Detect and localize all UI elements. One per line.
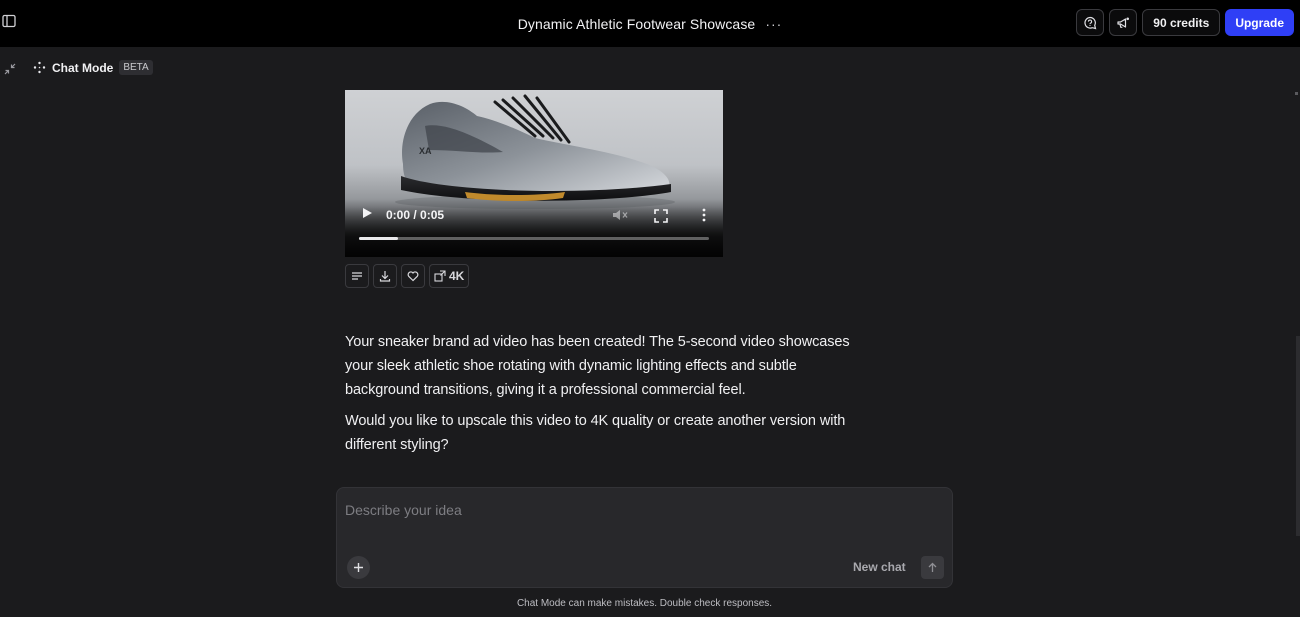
heart-icon <box>407 271 419 282</box>
play-icon[interactable] <box>361 207 373 219</box>
volume-muted-icon[interactable] <box>612 208 628 222</box>
video-progress-fill <box>359 237 398 240</box>
top-bar: Dynamic Athletic Footwear Showcase ··· 9… <box>0 0 1300 47</box>
disclaimer-text: Chat Mode can make mistakes. Double chec… <box>516 598 773 609</box>
details-button[interactable] <box>345 264 369 288</box>
video-progress-bar[interactable] <box>359 237 709 240</box>
plus-icon <box>354 563 363 572</box>
send-button[interactable] <box>921 556 944 579</box>
svg-text:XA: XA <box>419 146 432 156</box>
collapse-icon[interactable] <box>3 62 17 76</box>
page-title[interactable]: Dynamic Athletic Footwear Showcase <box>518 16 756 32</box>
message-actions: 4K <box>345 264 470 288</box>
sneaker-image: XA <box>395 94 675 209</box>
favorite-button[interactable] <box>401 264 425 288</box>
message-paragraph: Would you like to upscale this video to … <box>345 413 846 453</box>
chat-bubble-icon <box>1084 16 1097 29</box>
download-button[interactable] <box>373 264 397 288</box>
video-more-icon[interactable] <box>697 208 711 222</box>
sparkle-dots-icon <box>33 61 46 74</box>
upscale-icon <box>434 270 446 282</box>
prompt-composer: New chat <box>336 487 953 588</box>
scrollbar[interactable] <box>1296 336 1300 536</box>
lines-icon <box>352 272 362 280</box>
fullscreen-icon[interactable] <box>654 209 668 223</box>
download-icon <box>379 271 391 282</box>
feedback-button[interactable] <box>1076 9 1105 36</box>
chat-mode-label: Chat Mode <box>52 60 114 75</box>
upgrade-button[interactable]: Upgrade <box>1225 9 1294 36</box>
new-chat-button[interactable]: New chat <box>853 560 906 574</box>
video-player[interactable]: XA 0:00 / 0:05 <box>345 90 723 257</box>
assistant-message: Your sneaker brand ad video has been cre… <box>345 330 855 457</box>
beta-badge: BETA <box>119 60 153 75</box>
credits-button[interactable]: 90 credits <box>1142 9 1221 36</box>
more-options-icon[interactable]: ··· <box>765 16 782 32</box>
video-time: 0:00 / 0:05 <box>386 208 445 222</box>
message-paragraph: Your sneaker brand ad video has been cre… <box>345 334 850 398</box>
megaphone-icon <box>1117 17 1130 28</box>
prompt-input[interactable] <box>345 496 935 524</box>
sidebar-toggle-icon[interactable] <box>1 13 17 29</box>
attach-button[interactable] <box>347 556 370 579</box>
arrow-up-icon <box>928 562 937 572</box>
upscale-4k-button[interactable]: 4K <box>429 264 470 288</box>
upscale-label: 4K <box>449 269 465 283</box>
announcements-button[interactable] <box>1109 9 1138 36</box>
chat-mode-indicator: Chat Mode BETA <box>33 60 153 75</box>
scroll-indicator <box>1295 92 1298 95</box>
